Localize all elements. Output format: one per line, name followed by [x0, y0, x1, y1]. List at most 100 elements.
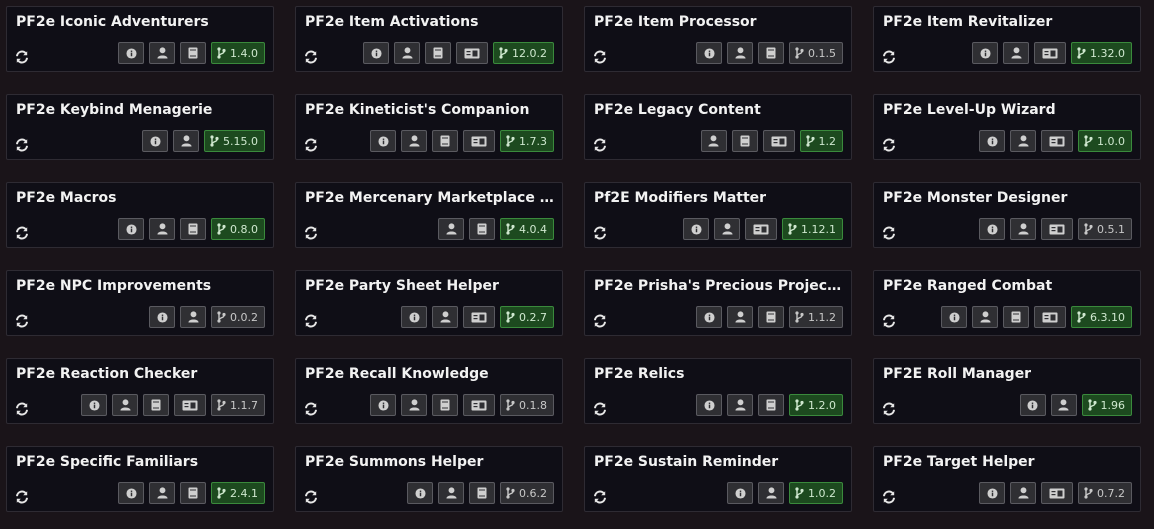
info-icon[interactable] — [696, 306, 722, 328]
user-icon[interactable] — [1010, 130, 1036, 152]
info-icon[interactable] — [118, 482, 144, 504]
version-badge[interactable]: 12.0.2 — [493, 42, 554, 64]
book-icon[interactable] — [731, 130, 758, 152]
version-badge[interactable]: 1.2 — [799, 130, 843, 152]
user-icon[interactable] — [173, 130, 199, 152]
sync-icon[interactable] — [593, 49, 607, 64]
user-icon[interactable] — [432, 306, 458, 328]
sync-icon[interactable] — [15, 49, 29, 64]
id-card-icon[interactable] — [1041, 218, 1073, 240]
info-icon[interactable] — [683, 218, 709, 240]
sync-icon[interactable] — [593, 489, 607, 504]
book-icon[interactable] — [758, 394, 784, 416]
book-icon[interactable] — [469, 482, 495, 504]
sync-icon[interactable] — [15, 225, 29, 240]
user-icon[interactable] — [714, 218, 740, 240]
info-icon[interactable] — [727, 482, 753, 504]
user-icon[interactable] — [112, 394, 138, 416]
book-icon[interactable] — [180, 482, 206, 504]
user-icon[interactable] — [972, 306, 998, 328]
version-badge[interactable]: 1.7.3 — [500, 130, 554, 152]
info-icon[interactable] — [118, 218, 144, 240]
user-icon[interactable] — [727, 394, 753, 416]
info-icon[interactable] — [149, 306, 175, 328]
version-badge[interactable]: 6.3.10 — [1071, 306, 1132, 328]
sync-icon[interactable] — [882, 313, 896, 328]
sync-icon[interactable] — [304, 49, 318, 64]
version-badge[interactable]: 1.2.0 — [789, 394, 843, 416]
sync-icon[interactable] — [15, 137, 29, 152]
id-card-icon[interactable] — [463, 306, 495, 328]
version-badge[interactable]: 1.1.2 — [789, 306, 843, 328]
info-icon[interactable] — [142, 130, 168, 152]
book-icon[interactable] — [758, 306, 784, 328]
version-badge[interactable]: 0.7.2 — [1078, 482, 1132, 504]
version-badge[interactable]: 0.5.1 — [1078, 218, 1132, 240]
book-icon[interactable] — [758, 42, 784, 64]
sync-icon[interactable] — [882, 489, 896, 504]
id-card-icon[interactable] — [456, 42, 488, 64]
version-badge[interactable]: 5.15.0 — [204, 130, 265, 152]
user-icon[interactable] — [1010, 482, 1036, 504]
sync-icon[interactable] — [593, 225, 607, 240]
version-badge[interactable]: 4.0.4 — [500, 218, 554, 240]
version-badge[interactable]: 2.4.1 — [211, 482, 265, 504]
id-card-icon[interactable] — [174, 394, 206, 416]
sync-icon[interactable] — [882, 401, 896, 416]
id-card-icon[interactable] — [1034, 306, 1066, 328]
user-icon[interactable] — [149, 42, 175, 64]
version-badge[interactable]: 1.0.2 — [789, 482, 843, 504]
user-icon[interactable] — [1003, 42, 1029, 64]
user-icon[interactable] — [180, 306, 206, 328]
info-icon[interactable] — [696, 394, 722, 416]
sync-icon[interactable] — [15, 489, 29, 504]
version-badge[interactable]: 1.4.0 — [211, 42, 265, 64]
id-card-icon[interactable] — [463, 130, 495, 152]
version-badge[interactable]: 1.96 — [1081, 394, 1132, 416]
info-icon[interactable] — [401, 306, 427, 328]
id-card-icon[interactable] — [762, 130, 795, 152]
sync-icon[interactable] — [15, 401, 29, 416]
info-icon[interactable] — [118, 42, 144, 64]
version-badge[interactable]: 0.2.7 — [500, 306, 554, 328]
info-icon[interactable] — [696, 42, 722, 64]
sync-icon[interactable] — [593, 313, 607, 328]
user-icon[interactable] — [394, 42, 420, 64]
user-icon[interactable] — [401, 394, 427, 416]
user-icon[interactable] — [727, 306, 753, 328]
sync-icon[interactable] — [882, 49, 896, 64]
book-icon[interactable] — [432, 394, 458, 416]
info-icon[interactable] — [979, 218, 1005, 240]
user-icon[interactable] — [1050, 394, 1077, 416]
user-icon[interactable] — [700, 130, 727, 152]
version-badge[interactable]: 0.1.5 — [789, 42, 843, 64]
user-icon[interactable] — [401, 130, 427, 152]
user-icon[interactable] — [149, 218, 175, 240]
sync-icon[interactable] — [882, 225, 896, 240]
id-card-icon[interactable] — [745, 218, 777, 240]
sync-icon[interactable] — [304, 225, 318, 240]
version-badge[interactable]: 0.1.8 — [500, 394, 554, 416]
version-badge[interactable]: 0.8.0 — [211, 218, 265, 240]
sync-icon[interactable] — [304, 401, 318, 416]
id-card-icon[interactable] — [1034, 42, 1066, 64]
book-icon[interactable] — [180, 42, 206, 64]
sync-icon[interactable] — [304, 489, 318, 504]
user-icon[interactable] — [438, 218, 464, 240]
sync-icon[interactable] — [304, 313, 318, 328]
info-icon[interactable] — [370, 130, 396, 152]
sync-icon[interactable] — [304, 137, 318, 152]
info-icon[interactable] — [370, 394, 396, 416]
version-badge[interactable]: 0.0.2 — [211, 306, 265, 328]
book-icon[interactable] — [425, 42, 451, 64]
version-badge[interactable]: 1.1.7 — [211, 394, 265, 416]
info-icon[interactable] — [979, 482, 1005, 504]
sync-icon[interactable] — [593, 137, 607, 152]
book-icon[interactable] — [432, 130, 458, 152]
book-icon[interactable] — [143, 394, 169, 416]
user-icon[interactable] — [438, 482, 464, 504]
version-badge[interactable]: 0.6.2 — [500, 482, 554, 504]
id-card-icon[interactable] — [1041, 130, 1073, 152]
info-icon[interactable] — [941, 306, 967, 328]
version-badge[interactable]: 1.12.1 — [782, 218, 843, 240]
